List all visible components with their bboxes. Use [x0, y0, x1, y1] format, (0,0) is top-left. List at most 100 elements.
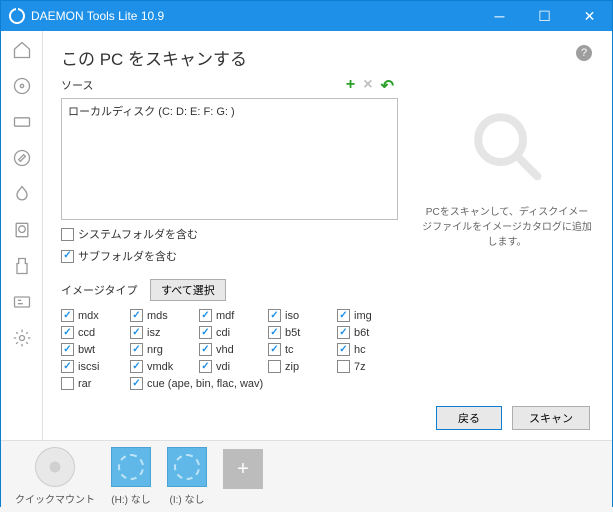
type-zip[interactable]: zip: [268, 360, 329, 373]
settings-icon[interactable]: [9, 325, 35, 351]
type-iscsi-checkbox[interactable]: [61, 360, 74, 373]
type-7z-checkbox[interactable]: [337, 360, 350, 373]
add-device-button[interactable]: +: [223, 449, 263, 504]
type-ccd[interactable]: ccd: [61, 326, 122, 339]
type-isz-label: isz: [147, 327, 160, 339]
type-mdf-checkbox[interactable]: [199, 309, 212, 322]
quick-mount-button[interactable]: クイックマウント: [15, 447, 95, 506]
source-listbox[interactable]: ローカルディスク (C: D: E: F: G: ): [61, 98, 398, 220]
type-isz-checkbox[interactable]: [130, 326, 143, 339]
drive-icon[interactable]: [9, 109, 35, 135]
type-img-checkbox[interactable]: [337, 309, 350, 322]
image-type-label: イメージタイプ: [61, 282, 138, 298]
type-tc-checkbox[interactable]: [268, 343, 281, 356]
type-zip-label: zip: [285, 361, 299, 373]
network-icon[interactable]: [9, 289, 35, 315]
type-tc[interactable]: tc: [268, 343, 329, 356]
close-button[interactable]: ✕: [567, 1, 612, 31]
remove-source-button[interactable]: ×: [363, 76, 372, 96]
type-ccd-label: ccd: [78, 327, 95, 339]
type-iscsi[interactable]: iscsi: [61, 360, 122, 373]
drive-icon: [111, 447, 151, 487]
type-cue-checkbox[interactable]: [130, 377, 143, 390]
type-mds[interactable]: mds: [130, 309, 191, 322]
type-b6t-checkbox[interactable]: [337, 326, 350, 339]
type-ccd-checkbox[interactable]: [61, 326, 74, 339]
type-mds-label: mds: [147, 310, 168, 322]
type-vmdk-label: vmdk: [147, 361, 173, 373]
hdd-icon[interactable]: [9, 217, 35, 243]
type-vdi-label: vdi: [216, 361, 230, 373]
type-vdi-checkbox[interactable]: [199, 360, 212, 373]
page-title: この PC をスキャンする: [61, 45, 592, 70]
disc-icon: [35, 447, 75, 487]
type-rar-checkbox[interactable]: [61, 377, 74, 390]
type-vdi[interactable]: vdi: [199, 360, 260, 373]
type-vhd-label: vhd: [216, 344, 234, 356]
type-b6t-label: b6t: [354, 327, 369, 339]
include-system-checkbox[interactable]: [61, 228, 74, 241]
app-icon: [9, 8, 25, 24]
minimize-button[interactable]: ─: [477, 1, 522, 31]
edit-icon[interactable]: [9, 145, 35, 171]
type-iso-checkbox[interactable]: [268, 309, 281, 322]
type-cdi-checkbox[interactable]: [199, 326, 212, 339]
type-iscsi-label: iscsi: [78, 361, 99, 373]
undo-button[interactable]: ↶: [381, 76, 394, 96]
disc-icon[interactable]: [9, 73, 35, 99]
magnifier-icon: [467, 106, 547, 186]
drive-icon: [167, 447, 207, 487]
type-nrg-checkbox[interactable]: [130, 343, 143, 356]
burn-icon[interactable]: [9, 181, 35, 207]
type-iso[interactable]: iso: [268, 309, 329, 322]
type-b6t[interactable]: b6t: [337, 326, 398, 339]
type-7z[interactable]: 7z: [337, 360, 398, 373]
type-vhd-checkbox[interactable]: [199, 343, 212, 356]
type-b5t-checkbox[interactable]: [268, 326, 281, 339]
type-img-label: img: [354, 310, 372, 322]
scan-description: PCをスキャンして、ディスクイメージファイルをイメージカタログに追加します。: [422, 205, 592, 250]
type-iso-label: iso: [285, 310, 299, 322]
type-zip-checkbox[interactable]: [268, 360, 281, 373]
home-icon[interactable]: [9, 37, 35, 63]
type-b5t-label: b5t: [285, 327, 300, 339]
help-icon[interactable]: ?: [576, 45, 592, 61]
back-button[interactable]: 戻る: [436, 406, 502, 430]
source-item[interactable]: ローカルディスク (C: D: E: F: G: ): [68, 103, 391, 119]
drive-h-button[interactable]: (H:) なし: [111, 447, 151, 506]
type-mdx-checkbox[interactable]: [61, 309, 74, 322]
type-vhd[interactable]: vhd: [199, 343, 260, 356]
usb-icon[interactable]: [9, 253, 35, 279]
type-b5t[interactable]: b5t: [268, 326, 329, 339]
type-7z-label: 7z: [354, 361, 366, 373]
type-cdi[interactable]: cdi: [199, 326, 260, 339]
include-subfolder-label: サブフォルダを含む: [78, 248, 177, 264]
add-source-button[interactable]: +: [346, 76, 355, 96]
include-subfolder-checkbox[interactable]: [61, 250, 74, 263]
type-img[interactable]: img: [337, 309, 398, 322]
window-title: DAEMON Tools Lite 10.9: [31, 9, 477, 23]
titlebar: DAEMON Tools Lite 10.9 ─ ☐ ✕: [1, 1, 612, 31]
type-hc-checkbox[interactable]: [337, 343, 350, 356]
type-mdx[interactable]: mdx: [61, 309, 122, 322]
maximize-button[interactable]: ☐: [522, 1, 567, 31]
type-nrg[interactable]: nrg: [130, 343, 191, 356]
type-bwt-label: bwt: [78, 344, 95, 356]
scan-button[interactable]: スキャン: [512, 406, 590, 430]
drive-i-button[interactable]: (I:) なし: [167, 447, 207, 506]
type-cdi-label: cdi: [216, 327, 230, 339]
type-cue[interactable]: cue (ape, bin, flac, wav): [130, 377, 329, 390]
type-rar[interactable]: rar: [61, 377, 122, 390]
type-mdf[interactable]: mdf: [199, 309, 260, 322]
type-tc-label: tc: [285, 344, 294, 356]
type-hc[interactable]: hc: [337, 343, 398, 356]
type-vmdk-checkbox[interactable]: [130, 360, 143, 373]
type-bwt-checkbox[interactable]: [61, 343, 74, 356]
type-bwt[interactable]: bwt: [61, 343, 122, 356]
footer: クイックマウント (H:) なし (I:) なし +: [1, 440, 612, 512]
type-mdx-label: mdx: [78, 310, 99, 322]
type-mds-checkbox[interactable]: [130, 309, 143, 322]
select-all-button[interactable]: すべて選択: [150, 279, 226, 301]
type-isz[interactable]: isz: [130, 326, 191, 339]
type-vmdk[interactable]: vmdk: [130, 360, 191, 373]
